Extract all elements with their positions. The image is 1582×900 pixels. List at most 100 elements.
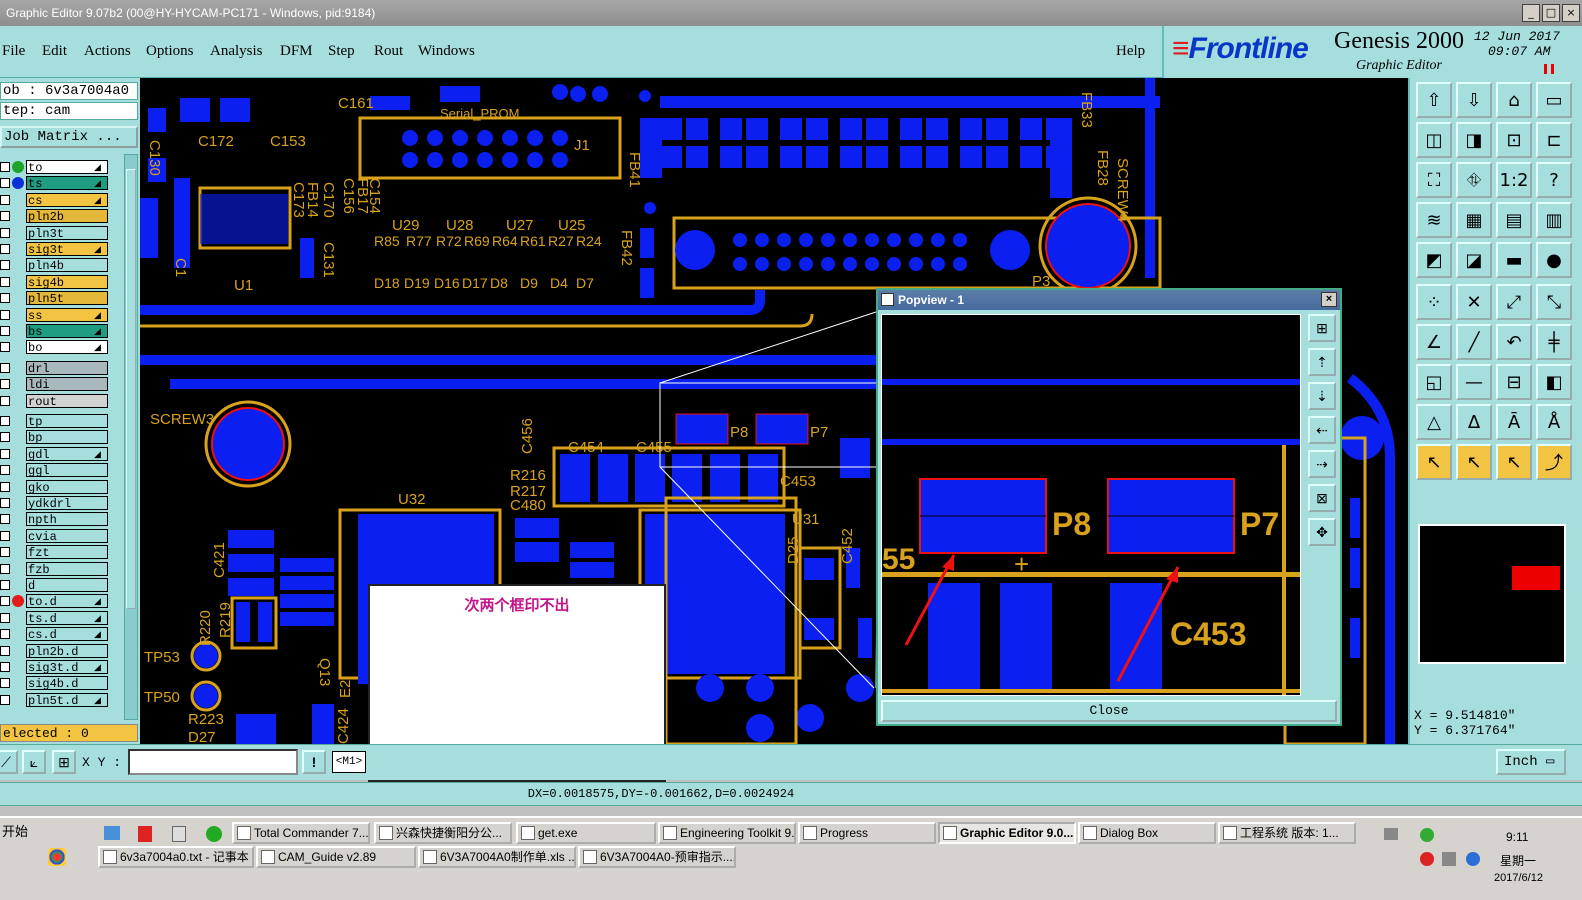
popview-pan-up-icon[interactable]: ⇡ [1308, 348, 1336, 376]
menu-actions[interactable]: Actions [84, 43, 131, 60]
popview-pan-right-icon[interactable]: ⇢ [1308, 450, 1336, 478]
layer-row[interactable]: sig4b [0, 274, 122, 290]
menu-rout[interactable]: Rout [374, 43, 403, 60]
layer-checkbox[interactable] [0, 276, 10, 287]
maximize-button[interactable]: □ [1542, 4, 1560, 22]
layer-checkbox[interactable] [0, 362, 10, 373]
surface-icon[interactable]: ╪ [1536, 324, 1572, 360]
layer-name[interactable]: rout [26, 393, 108, 409]
layer-checkbox[interactable] [0, 629, 10, 640]
layer-checkbox[interactable] [0, 662, 10, 672]
layer-row[interactable]: fzt [0, 545, 122, 560]
layer-checkbox[interactable] [0, 514, 10, 525]
taskbar-button[interactable]: 兴森快捷衡阳分公... [374, 822, 512, 844]
layer-row[interactable]: d [0, 578, 122, 593]
layer-checkbox[interactable] [0, 465, 10, 476]
layers-icon[interactable]: ≋ [1416, 202, 1452, 238]
taskbar-button[interactable]: Dialog Box [1078, 822, 1216, 844]
layer-row[interactable]: sig4b.d [0, 676, 122, 691]
layer-name[interactable]: gko [26, 479, 108, 495]
layer-checkbox[interactable] [0, 416, 10, 426]
layer-row[interactable]: cvia [0, 528, 122, 544]
layer-name[interactable]: fzb [26, 561, 108, 577]
layer-checkbox[interactable] [0, 563, 10, 574]
layer-name[interactable]: fzt [26, 545, 108, 560]
menu-file[interactable]: File [2, 43, 25, 60]
pad-icon[interactable]: ● [1536, 242, 1572, 278]
layer-row[interactable]: bp [0, 430, 122, 445]
layer-name[interactable]: ggl [26, 463, 108, 478]
undo-zoom-icon[interactable]: ⊏ [1536, 122, 1572, 158]
layer-name[interactable]: pln2b [26, 209, 108, 224]
layer-checkbox[interactable] [0, 227, 10, 238]
grid-icon[interactable]: ⊞ [52, 750, 76, 774]
volume-icon[interactable] [1442, 852, 1456, 866]
taskbar-button[interactable]: Progress [798, 822, 936, 844]
layer-row[interactable]: bs ◢ [0, 324, 122, 339]
menu-options[interactable]: Options [146, 43, 194, 60]
layer-checkbox[interactable] [0, 694, 10, 705]
taskbar-button[interactable]: 6V3A7004A0制作单.xls ... [418, 846, 576, 868]
layer-checkbox[interactable] [0, 309, 10, 320]
layer-checkbox[interactable] [0, 448, 10, 459]
select-touch-icon[interactable]: ↖ [1496, 444, 1532, 480]
angle-icon[interactable]: ∠ [1416, 324, 1452, 360]
layer-row[interactable]: pln2b [0, 209, 122, 224]
layer-checkbox[interactable] [0, 547, 10, 558]
select-box-icon[interactable]: ◱ [1416, 364, 1452, 400]
clock-time[interactable]: 9:11 [1506, 830, 1528, 844]
layer-checkbox[interactable] [0, 432, 10, 443]
snap-blue-icon[interactable]: ▥ [1536, 202, 1572, 238]
tray-update-icon[interactable] [1420, 828, 1434, 842]
taskbar-button[interactable]: Graphic Editor 9.0... [938, 822, 1076, 844]
layer-row[interactable]: gdl ◢ [0, 446, 122, 462]
layer-checkbox[interactable] [0, 326, 10, 336]
add-line-icon[interactable]: — [1456, 364, 1492, 400]
layer-row[interactable]: bo ◢ [0, 340, 122, 355]
warning-button[interactable]: ! [302, 750, 326, 774]
layer-checkbox[interactable] [0, 645, 10, 656]
layer-checkbox[interactable] [0, 580, 10, 590]
layer-row[interactable]: to.d ◢ [0, 594, 122, 609]
help-icon[interactable]: ? [1536, 162, 1572, 198]
layer-name[interactable]: drl [26, 360, 108, 376]
pause-icon[interactable] [1544, 64, 1554, 74]
close-button[interactable]: × [1562, 4, 1580, 22]
netlist-icon[interactable]: ⁘ [1416, 284, 1452, 320]
grid-icon[interactable]: ▦ [1456, 202, 1492, 238]
text-edit-icon[interactable]: Å [1536, 404, 1572, 440]
popview-close-button[interactable]: Close [881, 700, 1337, 722]
tray-icon[interactable] [1384, 828, 1398, 840]
layer-row[interactable]: drl [0, 360, 122, 376]
layer-checkbox[interactable] [0, 596, 10, 607]
popview-zoom-in-icon[interactable]: ⊞ [1308, 314, 1336, 342]
zoom-area-icon[interactable]: ⛗ [1456, 162, 1492, 198]
layer-name[interactable]: tp [26, 414, 108, 429]
menu-dfm[interactable]: DFM [280, 43, 313, 60]
menu-windows[interactable]: Windows [418, 43, 475, 60]
taskbar-button[interactable]: Engineering Toolkit 9... [658, 822, 796, 844]
copy-icon[interactable]: ⤡ [1536, 284, 1572, 320]
popview-close-x-button[interactable]: × [1321, 292, 1337, 307]
start-button[interactable]: 开始 [0, 822, 32, 844]
layer-checkbox[interactable] [0, 530, 10, 541]
layer-checkbox[interactable] [0, 162, 10, 172]
zoom-fit-icon[interactable]: ⛶ [1416, 162, 1452, 198]
layer-name[interactable]: ldi [26, 377, 108, 392]
select-pointer-icon[interactable]: ↖ [1416, 444, 1452, 480]
taskbar-button[interactable]: Total Commander 7.... [232, 822, 370, 844]
layer-name[interactable]: pln3t [26, 225, 108, 241]
minimap-view-box[interactable] [1512, 566, 1560, 590]
line-icon[interactable]: ╱ [1456, 324, 1492, 360]
layer-row[interactable]: pln4b [0, 258, 122, 273]
layer-row[interactable]: ldi [0, 377, 122, 392]
popview-pan-down-icon[interactable]: ⇣ [1308, 382, 1336, 410]
overview-minimap[interactable] [1418, 524, 1566, 664]
layer-row[interactable]: pln2b.d [0, 643, 122, 659]
redraw-icon[interactable]: ⊡ [1496, 122, 1532, 158]
layer-row[interactable]: to ◢ [0, 160, 122, 175]
measure-icon[interactable]: ◩ [1416, 242, 1452, 278]
snap-red-icon[interactable]: ▤ [1496, 202, 1532, 238]
layer-checkbox[interactable] [0, 678, 10, 689]
feature-info-icon[interactable]: ◪ [1456, 242, 1492, 278]
